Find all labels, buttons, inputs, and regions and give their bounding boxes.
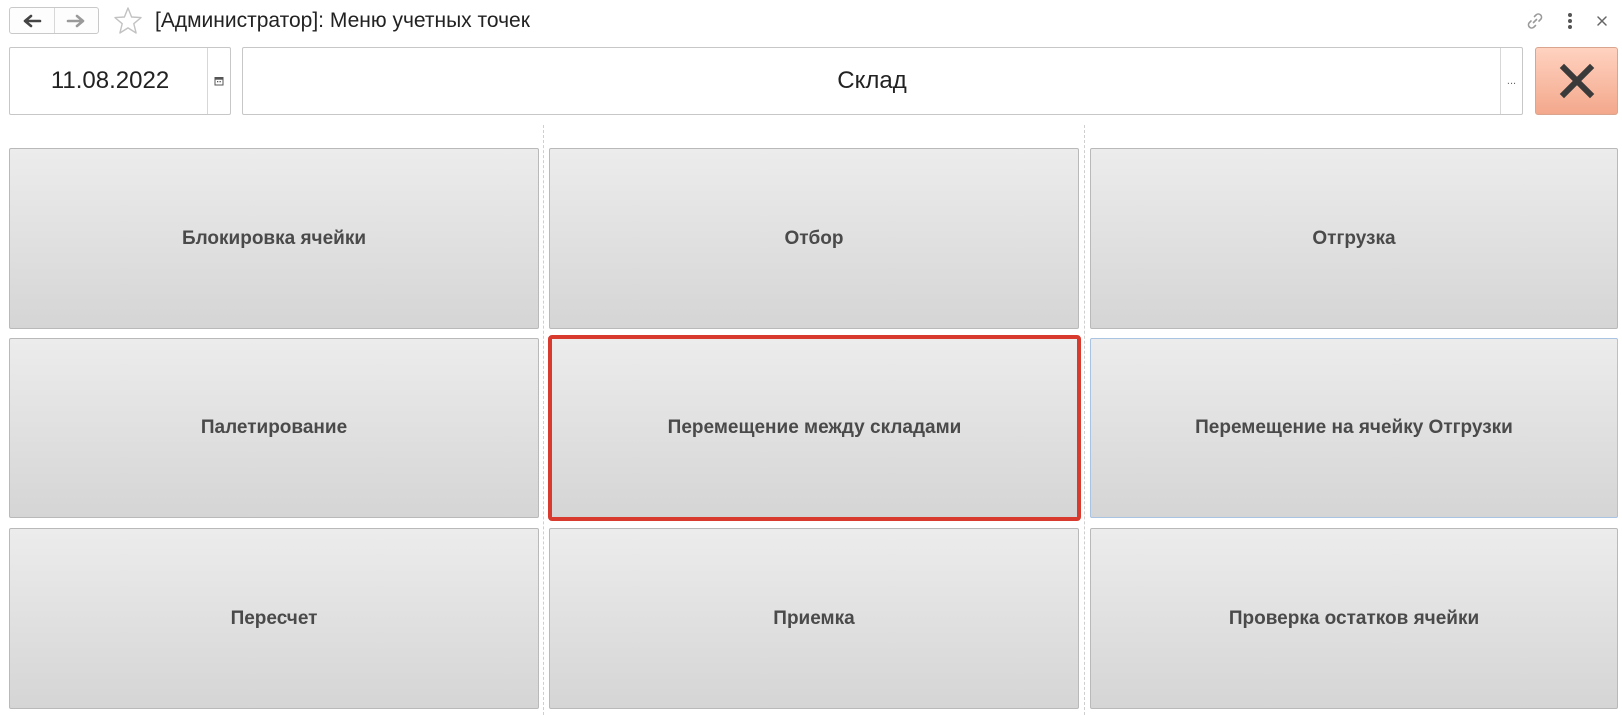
close-icon [1597, 16, 1607, 26]
more-vertical-icon [1568, 13, 1572, 29]
link-button[interactable] [1523, 9, 1547, 33]
menu-button-transfer-between-warehouses[interactable]: Перемещение между складами [548, 335, 1081, 521]
menu-button-recount[interactable]: Пересчет [9, 528, 539, 709]
warehouse-value[interactable]: Склад [243, 48, 1501, 114]
column-separator [1084, 125, 1085, 715]
favorite-star-button[interactable] [113, 6, 143, 36]
calendar-icon [214, 77, 224, 86]
menu-button-palletizing[interactable]: Палетирование [9, 338, 539, 518]
forward-button[interactable] [53, 8, 99, 33]
calendar-button[interactable] [207, 48, 230, 114]
star-icon [114, 7, 142, 34]
column-separator [543, 125, 544, 715]
menu-button-shipment[interactable]: Отгрузка [1090, 148, 1618, 329]
title-bar: [Администратор]: Меню учетных точек [0, 0, 1622, 42]
navigation-buttons [9, 7, 99, 34]
arrow-right-icon [66, 14, 85, 27]
menu-button-cell-stock-check[interactable]: Проверка остатков ячейки [1090, 528, 1618, 709]
more-button[interactable] [1558, 9, 1582, 33]
window-close-button[interactable] [1590, 9, 1614, 33]
warehouse-select-button[interactable]: ... [1500, 48, 1522, 114]
date-field[interactable]: 11.08.2022 [9, 47, 231, 115]
warehouse-field[interactable]: Склад ... [242, 47, 1523, 115]
link-icon [1527, 13, 1543, 29]
arrow-left-icon [23, 14, 42, 27]
menu-button-cell-blocking[interactable]: Блокировка ячейки [9, 148, 539, 329]
close-x-icon [1559, 63, 1594, 99]
date-value[interactable]: 11.08.2022 [10, 48, 210, 114]
menu-button-receiving[interactable]: Приемка [549, 528, 1079, 709]
menu-button-move-to-shipment-cell[interactable]: Перемещение на ячейку Отгрузки [1090, 338, 1618, 518]
close-form-button[interactable] [1535, 47, 1618, 115]
back-button[interactable] [10, 8, 54, 33]
menu-button-picking[interactable]: Отбор [549, 148, 1079, 329]
window-title: [Администратор]: Меню учетных точек [155, 9, 530, 32]
